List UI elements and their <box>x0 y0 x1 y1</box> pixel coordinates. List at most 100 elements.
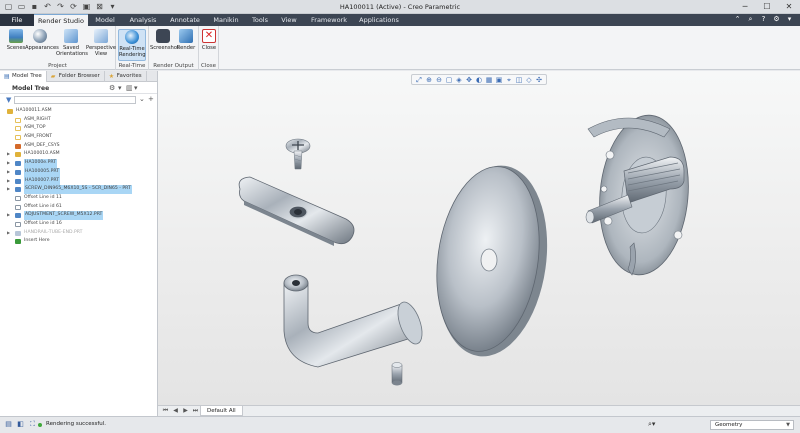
tree-settings-icon[interactable]: ⚙ <box>109 84 115 92</box>
tree-node-label: HA100005.PRT <box>24 167 61 177</box>
spin-center-icon[interactable]: ✥ <box>465 76 473 84</box>
prev-tab-icon[interactable]: ◀ <box>172 407 179 415</box>
named-views-icon[interactable]: ◈ <box>455 76 463 84</box>
settings-icon[interactable]: ⚙ <box>772 15 781 24</box>
maximize-icon[interactable]: ☐ <box>760 1 774 12</box>
fullscreen-icon[interactable]: ⛶ <box>28 420 37 429</box>
tree-node[interactable]: Insert Here <box>0 237 158 246</box>
tree-node-label: HA100007.PRT <box>24 176 61 186</box>
minimize-ribbon-icon[interactable]: ⌃ <box>733 15 742 24</box>
datum-display-icon[interactable]: ⌖ <box>505 76 513 84</box>
graphics-window[interactable]: ⤢ ⊕ ⊖ ▢ ◈ ✥ ◐ ▦ ▣ ⌖ ◫ ◇ ✣ <box>158 71 800 405</box>
part-icon <box>15 213 21 219</box>
expand-collapse-icon[interactable]: ⌄ <box>139 95 145 103</box>
tab-model[interactable]: Model <box>88 14 122 26</box>
filter-icon: ▼ <box>6 96 12 104</box>
tree-node[interactable]: ASM_TOP <box>0 124 158 133</box>
tree-node[interactable]: ASM_DEF_CSYS <box>0 142 158 151</box>
tree-node[interactable]: Offset Line id 61 <box>0 203 158 212</box>
saved-orientations-icon[interactable]: ▦ <box>485 76 493 84</box>
pin-part[interactable] <box>391 362 403 386</box>
saved-orientations-button[interactable]: Saved Orientations <box>56 29 88 57</box>
add-filter-icon[interactable]: + <box>148 95 154 103</box>
tab-view[interactable]: View <box>274 14 304 26</box>
close-red-icon: ✕ <box>202 29 216 43</box>
tab-analysis[interactable]: Analysis <box>122 14 164 26</box>
navigator-toggle-icon[interactable]: ▤ <box>4 420 13 429</box>
flange-part[interactable] <box>585 111 695 278</box>
screenshot-button[interactable]: Screenshot <box>150 29 179 51</box>
next-tab-icon[interactable]: ▶ <box>182 407 189 415</box>
zoom-out-icon[interactable]: ⊖ <box>435 76 443 84</box>
tree-node[interactable]: ASM_RIGHT <box>0 116 158 125</box>
refit-icon[interactable]: ⤢ <box>415 76 423 84</box>
expand-icon[interactable]: ▶ <box>7 185 10 194</box>
tree-node[interactable]: Offset Line id 16 <box>0 220 158 229</box>
repaint-icon[interactable]: ▢ <box>445 76 453 84</box>
tab-file[interactable]: File <box>0 14 34 26</box>
appearance-icon[interactable]: ✣ <box>535 76 543 84</box>
group-project: Scenes Appearances Saved Orientations Pe… <box>0 26 116 70</box>
tree-node-label: ASM_DEF_CSYS <box>24 142 60 148</box>
expand-icon[interactable]: ▶ <box>7 211 10 220</box>
tab-framework[interactable]: Framework <box>304 14 354 26</box>
tab-annotate[interactable]: Annotate <box>164 14 206 26</box>
tab-render-studio[interactable]: Render Studio <box>34 14 88 26</box>
close-icon[interactable]: ✕ <box>782 1 796 12</box>
tree-node[interactable]: ▶ HA100010.ASM <box>0 150 158 159</box>
expand-icon[interactable]: ▶ <box>7 150 10 159</box>
tab-model-tree[interactable]: ▤ Model Tree <box>0 71 47 82</box>
expand-icon[interactable]: ▶ <box>7 159 10 168</box>
browser-toggle-icon[interactable]: ◧ <box>16 420 25 429</box>
rosette-part[interactable] <box>425 158 559 363</box>
group-close-label: Close <box>201 63 216 69</box>
tree-node[interactable]: ▶ HANDRAIL-TUBE-END.PRT <box>0 229 158 238</box>
tree-node[interactable]: ▶ SCREW_DIN965_M6X10_5S - 5CR_DIN65 - PRT <box>0 185 158 194</box>
handle-part[interactable] <box>283 274 427 368</box>
datum-plane-icon <box>15 117 21 123</box>
minimize-icon[interactable]: ─ <box>738 1 752 12</box>
tree-node[interactable]: HA100011.ASM <box>0 107 158 116</box>
tab-manikin[interactable]: Manikin <box>206 14 246 26</box>
expand-icon[interactable]: ▶ <box>7 177 10 186</box>
tree-node[interactable]: ▶ HA100007.PRT <box>0 176 158 186</box>
tree-columns-icon[interactable]: ▥ <box>126 84 133 92</box>
tree-settings-dropdown-icon[interactable]: ▾ <box>118 84 122 92</box>
tree-node[interactable]: ASM_FRONT <box>0 133 158 142</box>
tab-favorites[interactable]: ★ Favorites <box>105 71 147 82</box>
screw-part[interactable] <box>285 138 311 170</box>
expand-icon[interactable]: ▶ <box>7 229 10 238</box>
close-button[interactable]: ✕ Close <box>199 29 219 51</box>
annotation-display-icon[interactable]: ▣ <box>495 76 503 84</box>
window-title: HA100011 (Active) - Creo Parametric <box>339 3 461 11</box>
appearances-button[interactable]: Appearances <box>25 29 59 51</box>
real-time-rendering-button[interactable]: Real-Time Rendering <box>118 29 146 61</box>
render-button[interactable]: Render <box>174 29 198 51</box>
dropdown-icon[interactable]: ▾ <box>785 15 794 24</box>
perspective-icon[interactable]: ◇ <box>525 76 533 84</box>
expand-icon[interactable]: ▶ <box>7 168 10 177</box>
first-tab-icon[interactable]: ⏮ <box>162 407 169 415</box>
display-style-icon[interactable]: ◐ <box>475 76 483 84</box>
tree-node[interactable]: ▶ ADJUSTMENT_SCREW_M5X12.PRT <box>0 211 158 220</box>
section-icon[interactable]: ◫ <box>515 76 523 84</box>
zoom-in-icon[interactable]: ⊕ <box>425 76 433 84</box>
help-icon[interactable]: ? <box>759 15 768 24</box>
tree-header: Model Tree ⚙ ▾ ▥ ▾ <box>0 82 157 94</box>
default-all-tab[interactable]: Default All <box>200 406 243 416</box>
tree-columns-dropdown-icon[interactable]: ▾ <box>134 84 138 92</box>
tab-tools[interactable]: Tools <box>246 14 274 26</box>
tab-folder-browser[interactable]: ▰ Folder Browser <box>47 71 105 82</box>
tree-node[interactable]: ▶ HA100005.PRT <box>0 167 158 177</box>
camera-icon <box>156 29 170 43</box>
last-tab-icon[interactable]: ⏭ <box>192 407 199 415</box>
tree-node[interactable]: Offset Line id 11 <box>0 194 158 203</box>
find-icon[interactable]: ⌕▾ <box>648 420 655 429</box>
search-icon[interactable]: ⌕ <box>746 15 755 24</box>
tree-node[interactable]: ▶ HA1000e.PRT <box>0 159 158 168</box>
perspective-view-button[interactable]: Perspective View <box>86 29 116 57</box>
bracket-part[interactable] <box>238 176 355 246</box>
tab-applications[interactable]: Applications <box>354 14 404 26</box>
selection-filter-select[interactable]: Geometry ▼ <box>710 420 794 430</box>
tree-filter-input[interactable] <box>14 96 136 104</box>
